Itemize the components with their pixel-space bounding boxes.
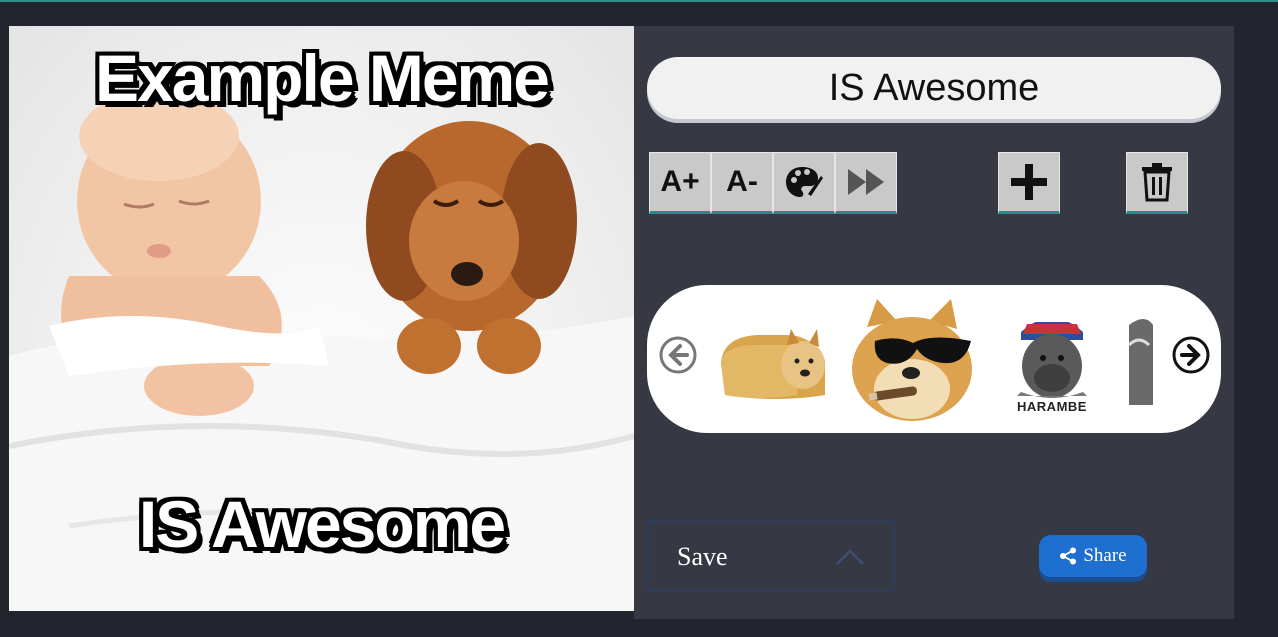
save-label: Save	[677, 542, 728, 571]
meme-bottom-text[interactable]: IS Awesome	[9, 486, 634, 562]
harambe-caption: HARAMBE	[1017, 399, 1087, 414]
plus-icon	[1011, 164, 1047, 200]
palette-icon	[786, 167, 823, 197]
carousel-prev-arrow-icon[interactable]	[658, 335, 698, 375]
partial-sticker-image	[1129, 319, 1153, 405]
share-label: Share	[1083, 545, 1127, 566]
trash-icon	[1142, 163, 1172, 202]
sticker-doge-bread[interactable]	[717, 295, 833, 425]
decrease-font-label: A-	[726, 165, 758, 198]
sticker-doge-sunglasses-cigar[interactable]	[847, 295, 977, 425]
top-accent-line	[0, 0, 1278, 2]
sticker-partial[interactable]	[1129, 295, 1153, 425]
delete-text-group	[1126, 152, 1188, 214]
doge-sunglasses-image	[852, 299, 972, 421]
doge-bread-image	[721, 329, 825, 399]
text-tools-group: A+ A-	[649, 152, 897, 214]
sticker-harambe[interactable]: HARAMBE	[1007, 295, 1097, 425]
save-dropdown[interactable]: Save	[647, 520, 895, 592]
delete-text-button[interactable]	[1126, 152, 1188, 214]
meme-canvas: Example Meme IS Awesome	[9, 26, 634, 611]
increase-font-button[interactable]: A+	[649, 152, 711, 214]
carousel-next-arrow-icon[interactable]	[1171, 335, 1211, 375]
add-text-group	[998, 152, 1060, 214]
fast-forward-icon	[848, 169, 884, 195]
decrease-font-button[interactable]: A-	[711, 152, 773, 214]
share-button[interactable]: Share	[1039, 535, 1147, 577]
meme-text-input[interactable]	[647, 57, 1221, 119]
sticker-carousel: HARAMBE	[647, 285, 1221, 433]
meme-top-text[interactable]: Example Meme	[9, 40, 634, 116]
add-text-button[interactable]	[998, 152, 1060, 214]
chevron-up-icon	[836, 549, 864, 565]
color-palette-button[interactable]	[773, 152, 835, 214]
increase-font-label: A+	[660, 165, 700, 198]
next-style-button[interactable]	[835, 152, 897, 214]
share-icon	[1060, 547, 1077, 565]
editor-panel: A+ A-	[634, 26, 1234, 619]
